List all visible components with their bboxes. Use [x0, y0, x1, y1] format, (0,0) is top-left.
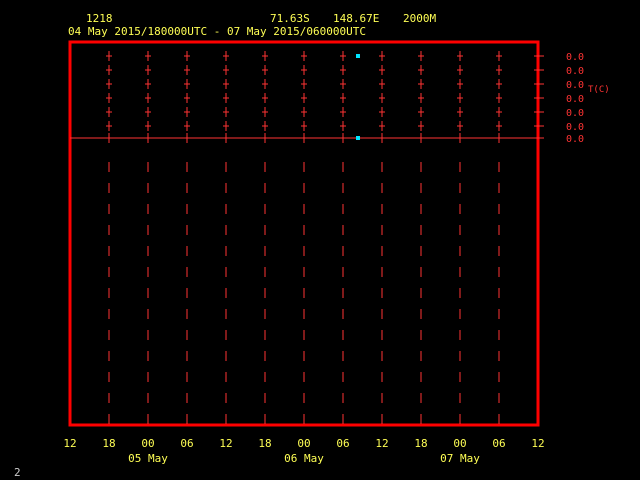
x-tick-label: 18 [258, 437, 271, 450]
x-tick-label: 12 [219, 437, 232, 450]
date-label: 07 May [440, 452, 480, 465]
value-label: 0.0 [566, 80, 584, 91]
x-tick-label: 18 [414, 437, 427, 450]
x-tick-label: 12 [375, 437, 388, 450]
x-tick-label: 12 [63, 437, 76, 450]
date-label: 05 May [128, 452, 168, 465]
x-tick-label: 00 [453, 437, 466, 450]
value-label: 0.0 [566, 134, 584, 145]
meteogram-plot: 0.00.00.00.00.00.00.012 18 00 06 12 18 00 06 12 1… [63, 40, 584, 465]
x-tick-label: 18 [102, 437, 115, 450]
altitude: 2000M [403, 12, 437, 25]
x-tick-label: 06 [180, 437, 193, 450]
latitude: 71.63S [270, 12, 310, 25]
value-label: 0.0 [566, 108, 584, 119]
time-range: 04 May 2015/180000UTC - 07 May 2015/0600… [68, 25, 367, 38]
longitude: 148.67E [333, 12, 380, 25]
page-number: 2 [14, 466, 21, 479]
variable-label: T(C) [588, 85, 610, 95]
x-tick-label: 12 [531, 437, 544, 450]
value-label: 0.0 [566, 122, 584, 133]
data-marker [356, 54, 360, 58]
x-tick-label: 06 [336, 437, 349, 450]
value-label: 0.0 [566, 94, 584, 105]
x-tick-label: 06 [492, 437, 505, 450]
value-label: 0.0 [566, 66, 584, 77]
x-tick-label: 00 [297, 437, 310, 450]
date-label: 06 May [284, 452, 324, 465]
value-label: 0.0 [566, 52, 584, 63]
data-marker [356, 136, 360, 140]
station-id: 1218 [86, 12, 113, 25]
x-tick-label: 00 [141, 437, 154, 450]
